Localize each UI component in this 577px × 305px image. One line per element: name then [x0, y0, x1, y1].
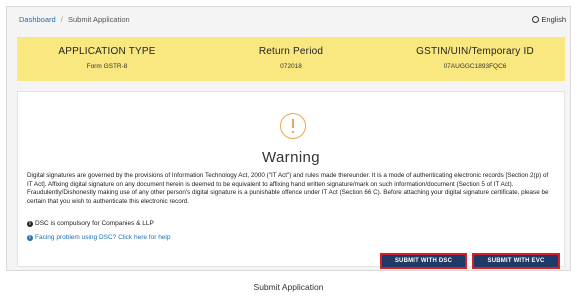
submit-with-dsc-button[interactable]: SUBMIT WITH DSC [380, 253, 467, 269]
info-icon: i [27, 221, 33, 227]
gstin-value: 07AUGGC1893FQC6 [443, 63, 507, 70]
warning-title: Warning [261, 149, 321, 166]
figure-caption: Submit Application [253, 282, 324, 292]
return-period-label: Return Period [258, 46, 324, 57]
breadcrumb-dashboard-link[interactable]: Dashboard [19, 15, 56, 24]
dsc-help-link[interactable]: i Facing problem using DSC? Click here fo… [27, 234, 170, 241]
exclamation-bar [292, 119, 294, 128]
warning-card: Warning Digital signatures are governed … [17, 91, 565, 269]
warning-text: Digital signatures are governed by the p… [27, 172, 549, 205]
breadcrumb: Dashboard / Submit Application English [7, 7, 570, 33]
breadcrumb-current: Submit Application [67, 15, 130, 24]
dsc-help-text: Facing problem using DSC? Click here for… [35, 234, 171, 241]
gstin-label: GSTIN/UIN/Temporary ID [416, 46, 534, 57]
dsc-compulsory-text: DSC is compulsory for Companies & LLP [35, 220, 154, 227]
dsc-compulsory-note: i DSC is compulsory for Companies & LLP [27, 220, 154, 227]
language-selector[interactable]: English [532, 7, 566, 33]
application-info-banner: APPLICATION TYPE Form GSTR-8 Return Peri… [17, 37, 565, 81]
submit-with-evc-button[interactable]: SUBMIT WITH EVC [472, 253, 560, 269]
exclamation-circle-icon [280, 113, 306, 139]
return-period-column: Return Period 072018 [197, 37, 385, 81]
return-period-value: 072018 [280, 63, 302, 70]
application-type-column: APPLICATION TYPE Form GSTR-8 [17, 37, 197, 81]
exclamation-dot [292, 131, 294, 133]
info-icon: i [27, 235, 33, 241]
language-label: English [541, 15, 566, 24]
application-frame: Dashboard / Submit Application English A… [6, 6, 571, 271]
breadcrumb-separator: / [60, 15, 63, 24]
gstin-column: GSTIN/UIN/Temporary ID 07AUGGC1893FQC6 [385, 37, 565, 81]
application-type-label: APPLICATION TYPE [58, 46, 156, 57]
application-type-value: Form GSTR-8 [86, 63, 128, 70]
globe-icon [532, 16, 540, 23]
